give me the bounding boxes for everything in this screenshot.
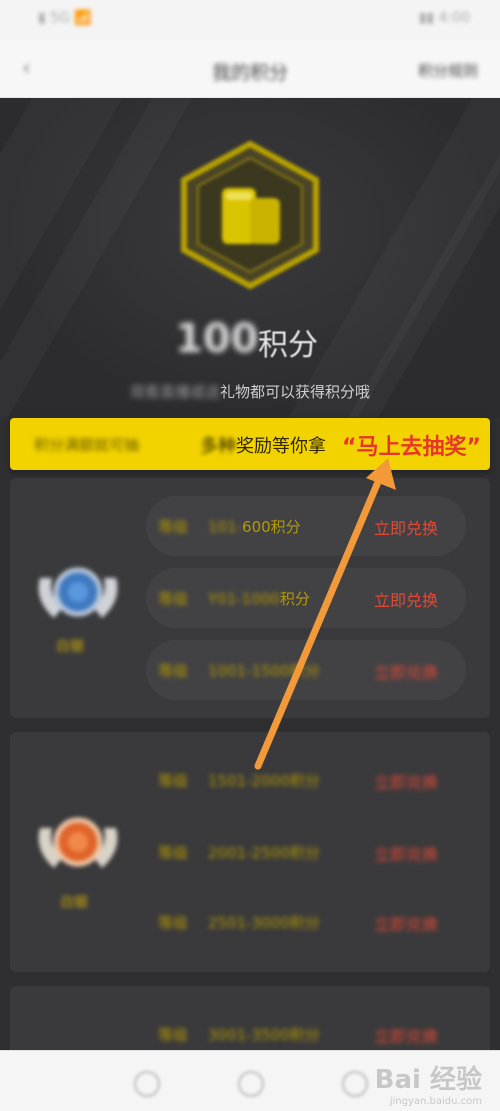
status-bar-right: ▮▮ 4:00	[418, 10, 470, 26]
redeem-button[interactable]: 立即兑换	[374, 1023, 438, 1047]
points-coin-icon	[181, 140, 319, 290]
tier-label: 白银	[56, 639, 84, 655]
status-bar: ▮ 5G 📶 ▮▮ 4:00	[0, 0, 500, 40]
tier-row: 等级 101-600积分 立即兑换	[146, 496, 466, 556]
nav-profile-icon[interactable]	[342, 1071, 368, 1097]
redeem-button[interactable]: 立即兑换	[374, 769, 438, 793]
baidu-watermark: Bai 经验 jingyan.baidu.com	[374, 1065, 482, 1107]
go-lottery-link[interactable]: “马上去抽奖”	[342, 429, 481, 461]
points-hint: 观看直播或送礼物都可以获得积分哦	[129, 383, 371, 401]
tier-row: 等级 1001-1500积分 立即兑换	[146, 640, 466, 700]
tier-row: 等级 2501-3000积分 立即兑换	[146, 892, 466, 952]
tier-row: 等级 Y01-1000积分 立即兑换	[146, 568, 466, 628]
tier-section: 白银 等级 101-600积分 立即兑换 等级 Y01-1000积分 立即兑换 …	[10, 478, 490, 718]
banner-text: 多种奖励等你拿	[200, 436, 326, 457]
lottery-banner[interactable]: 积分满额就可抽 多种奖励等你拿 “马上去抽奖”	[10, 418, 490, 470]
tier-row: 等级 2001-2500积分 立即兑换	[146, 822, 466, 882]
nav-home-icon[interactable]	[134, 1071, 160, 1097]
tier-label: 白银	[60, 895, 88, 911]
nav-discover-icon[interactable]	[238, 1071, 264, 1097]
tier-row: 等级 1501-2000积分 立即兑换	[146, 750, 466, 810]
redeem-button[interactable]: 立即兑换	[374, 841, 438, 865]
points-rules-link[interactable]: 积分规则	[418, 60, 478, 81]
points-value: 100	[175, 316, 259, 362]
points-unit: 积分	[258, 328, 318, 363]
tier-section: 白银 等级 1501-2000积分 立即兑换 等级 2001-2500积分 立即…	[10, 732, 490, 972]
status-bar-left: ▮ 5G 📶	[38, 10, 92, 26]
silver-medal-icon	[38, 567, 118, 618]
bronze-medal-icon	[38, 817, 118, 868]
banner-blurred-text: 积分满额就可抽	[34, 436, 140, 454]
tier-section: 等级 3001-3500积分 立即兑换	[10, 986, 490, 1056]
redeem-button[interactable]: 立即兑换	[374, 911, 438, 935]
app-header: ‹ 我的积分 积分规则	[0, 40, 500, 98]
redeem-button[interactable]: 立即兑换	[374, 587, 438, 611]
bottom-nav: Bai 经验 jingyan.baidu.com	[0, 1050, 500, 1111]
points-hero: 100 积分 观看直播或送礼物都可以获得积分哦	[0, 98, 500, 418]
redeem-button[interactable]: 立即兑换	[374, 515, 438, 539]
redeem-button[interactable]: 立即兑换	[374, 659, 438, 683]
